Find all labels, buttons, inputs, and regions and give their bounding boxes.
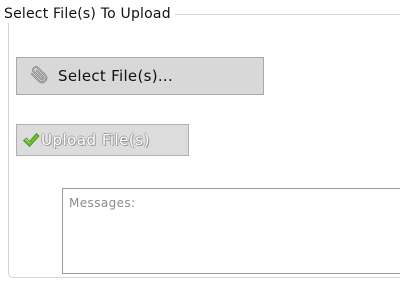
fieldset-legend: Select File(s) To Upload <box>0 5 175 23</box>
upload-files-button[interactable]: Upload File(s) <box>16 124 189 156</box>
checkmark-icon <box>22 131 40 149</box>
upload-panel: Select File(s) To Upload Select File(s).… <box>0 0 400 284</box>
upload-files-label: Upload File(s) <box>41 131 150 149</box>
messages-label: Messages: <box>69 196 136 210</box>
paperclip-icon <box>28 65 50 87</box>
messages-box[interactable]: Messages: <box>62 188 400 274</box>
select-files-label: Select File(s)... <box>58 67 174 85</box>
select-files-button[interactable]: Select File(s)... <box>16 57 264 95</box>
